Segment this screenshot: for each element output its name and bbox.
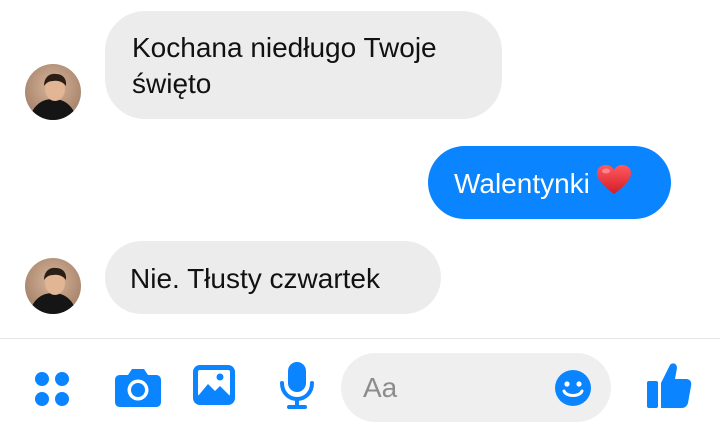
message-input-container[interactable]	[341, 353, 611, 422]
message-input[interactable]	[341, 353, 563, 422]
message-thread: Kochana niedługo Twoje święto Walentynki	[0, 0, 720, 338]
message-text-line: święto	[132, 68, 212, 99]
avatar[interactable]	[25, 258, 81, 314]
message-bubble-outgoing[interactable]: Walentynki	[428, 146, 671, 219]
camera-icon[interactable]	[114, 366, 162, 408]
avatar[interactable]	[25, 64, 81, 120]
emoji-icon[interactable]	[554, 369, 592, 412]
message-text: Walentynki	[454, 168, 590, 199]
message-text-line: Kochana niedługo Twoje	[132, 32, 437, 63]
message-text: Nie. Tłusty czwartek	[130, 263, 380, 294]
image-icon[interactable]	[192, 364, 236, 406]
message-bubble-incoming[interactable]: Nie. Tłusty czwartek	[105, 241, 441, 314]
apps-icon[interactable]	[34, 371, 70, 407]
thumbs-up-icon[interactable]	[646, 361, 692, 409]
message-composer	[0, 339, 720, 430]
red-heart-icon	[596, 164, 632, 205]
message-bubble-incoming[interactable]: Kochana niedługo Twoje święto	[105, 11, 502, 119]
microphone-icon[interactable]	[279, 361, 315, 411]
